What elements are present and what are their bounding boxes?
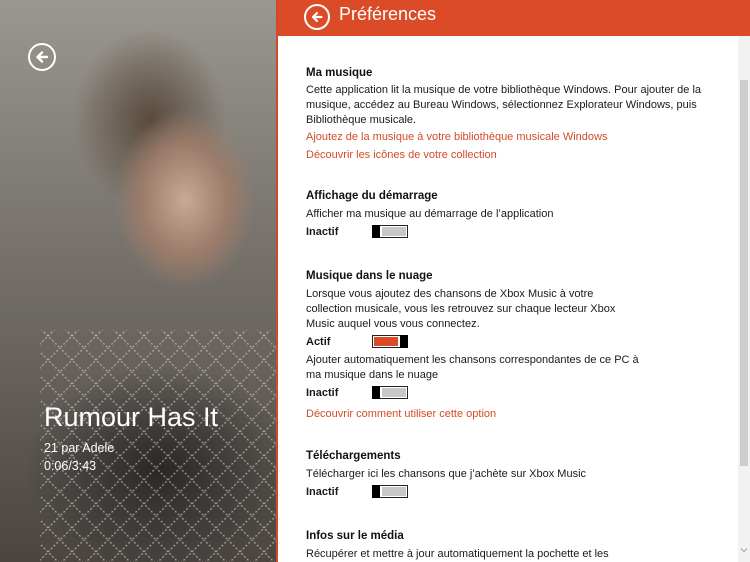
- settings-header: Préférences: [278, 0, 750, 36]
- toggle-track: [382, 227, 406, 236]
- toggle-knob: [372, 225, 380, 238]
- section-text-cloud: Lorsque vous ajoutez des chansons de Xbo…: [306, 288, 616, 330]
- playback-time: 0:06/3:43: [44, 459, 97, 473]
- cloud-toggle[interactable]: [372, 335, 408, 348]
- back-button-left[interactable]: [28, 43, 56, 71]
- back-arrow-icon: [36, 51, 49, 63]
- album-artist: 21 par Adele: [44, 441, 115, 455]
- section-title-startup: Affichage du démarrage: [306, 190, 438, 202]
- settings-panel: Préférences Ma musique Cette application…: [276, 0, 750, 562]
- cloud-help-link[interactable]: Découvrir comment utiliser cette option: [306, 408, 496, 420]
- toggle-track: [382, 487, 406, 496]
- back-arrow-icon: [311, 11, 323, 23]
- back-button[interactable]: [304, 4, 330, 30]
- section-text-cloud-auto: Ajouter automatiquement les chansons cor…: [306, 354, 639, 381]
- toggle-knob: [400, 335, 408, 348]
- startup-toggle[interactable]: [372, 225, 408, 238]
- section-text-downloads: Télécharger ici les chansons que j’achèt…: [306, 468, 587, 480]
- section-text-startup: Afficher ma musique au démarrage de l’ap…: [306, 208, 554, 220]
- add-music-link[interactable]: Ajoutez de la musique à votre bibliothèq…: [306, 131, 607, 143]
- toggle-track: [374, 337, 398, 346]
- downloads-toggle[interactable]: [372, 485, 408, 498]
- collection-icons-link[interactable]: Découvrir les icônes de votre collection: [306, 149, 497, 161]
- section-title-cloud: Musique dans le nuage: [306, 270, 433, 282]
- section-title-downloads: Téléchargements: [306, 450, 401, 462]
- section-title-my-music: Ma musique: [306, 67, 373, 79]
- downloads-state-label: Inactif: [306, 486, 339, 498]
- song-title: Rumour Has It: [44, 402, 219, 432]
- scrollbar-thumb[interactable]: [740, 80, 748, 466]
- page-title: Préférences: [339, 4, 437, 24]
- section-text-my-music: Cette application lit la musique de votr…: [306, 84, 702, 126]
- toggle-knob: [372, 485, 380, 498]
- cloud-state-label: Actif: [306, 336, 331, 348]
- toggle-track: [382, 388, 406, 397]
- chevron-down-icon[interactable]: [740, 546, 748, 554]
- section-text-media-info: Récupérer et mettre à jour automatiqueme…: [306, 548, 609, 560]
- section-title-media-info: Infos sur le média: [306, 530, 404, 542]
- now-playing-panel: Rumour Has It 21 par Adele 0:06/3:43: [0, 0, 276, 562]
- cloud-auto-state-label: Inactif: [306, 387, 339, 399]
- scrollbar[interactable]: [738, 36, 750, 562]
- cloud-auto-toggle[interactable]: [372, 386, 408, 399]
- toggle-knob: [372, 386, 380, 399]
- startup-state-label: Inactif: [306, 226, 339, 238]
